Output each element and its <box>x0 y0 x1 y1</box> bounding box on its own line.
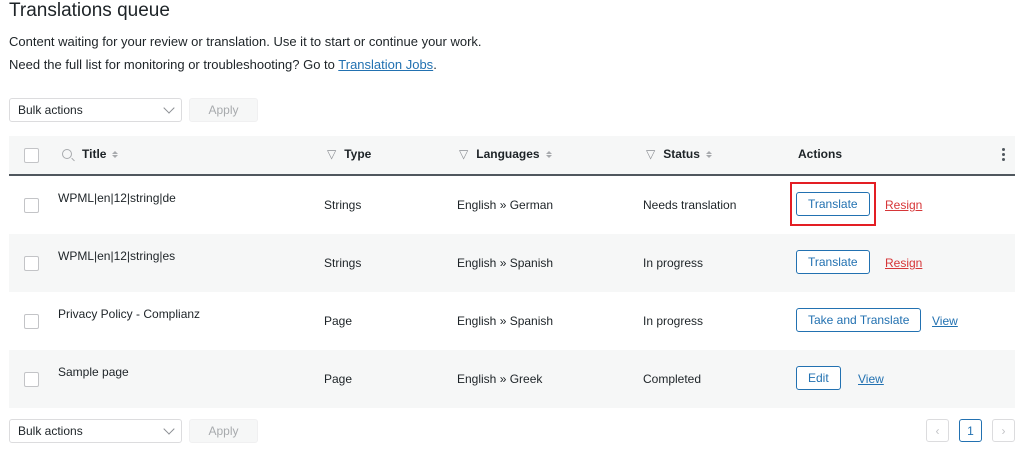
row-title: WPML|en|12|string|de <box>58 191 176 205</box>
view-link[interactable]: View <box>932 314 958 328</box>
row-title: Sample page <box>58 365 129 379</box>
jobs-note-suffix: . <box>433 57 437 72</box>
column-status-label: Status <box>663 147 700 161</box>
column-type-label: Type <box>344 147 372 161</box>
translations-table: Title ▽ Type ▽ Languages ▽ Status Action… <box>9 136 1015 408</box>
more-options-icon[interactable] <box>1002 148 1005 161</box>
column-actions-label: Actions <box>798 147 843 161</box>
filter-icon: ▽ <box>459 147 469 161</box>
row-languages: English » Spanish <box>457 256 554 270</box>
row-title: WPML|en|12|string|es <box>58 249 176 263</box>
row-type: Page <box>324 372 353 386</box>
pagination: ‹ 1 › <box>926 419 1015 442</box>
view-link[interactable]: View <box>858 372 884 386</box>
take-and-translate-button[interactable]: Take and Translate <box>796 308 922 332</box>
table-header: Title ▽ Type ▽ Languages ▽ Status Action… <box>9 136 1015 176</box>
translation-jobs-link[interactable]: Translation Jobs <box>338 57 433 72</box>
row-status: In progress <box>643 314 704 328</box>
bulk-actions-label: Bulk actions <box>18 424 83 438</box>
search-icon <box>62 149 72 159</box>
row-status: In progress <box>643 256 704 270</box>
filter-icon: ▽ <box>646 147 656 161</box>
column-actions: Actions <box>798 147 842 161</box>
row-type: Page <box>324 314 353 328</box>
bulk-actions-top: Bulk actions Apply <box>9 97 258 123</box>
bulk-actions-label: Bulk actions <box>18 103 83 117</box>
table-row: WPML|en|12|string|de Strings English » G… <box>9 176 1015 234</box>
prev-page-button[interactable]: ‹ <box>926 419 949 442</box>
row-status: Completed <box>643 372 702 386</box>
row-languages: English » German <box>457 198 554 212</box>
row-title: Privacy Policy - Complianz <box>58 307 201 321</box>
sort-icon <box>112 150 119 158</box>
select-all-checkbox[interactable] <box>24 148 39 163</box>
jobs-note: Need the full list for monitoring or tro… <box>9 57 437 72</box>
row-type: Strings <box>324 198 362 212</box>
resign-link[interactable]: Resign <box>885 256 922 270</box>
column-title-label: Title <box>82 147 107 161</box>
apply-button[interactable]: Apply <box>189 98 258 122</box>
next-page-button[interactable]: › <box>992 419 1015 442</box>
chevron-down-icon <box>163 423 175 435</box>
row-checkbox[interactable] <box>24 198 39 213</box>
sort-icon <box>705 150 712 158</box>
filter-icon: ▽ <box>327 147 337 161</box>
column-languages-label: Languages <box>476 147 540 161</box>
sort-icon <box>545 150 552 158</box>
row-type: Strings <box>324 256 362 270</box>
column-type[interactable]: ▽ Type <box>327 147 371 161</box>
chevron-down-icon <box>163 102 175 114</box>
apply-button[interactable]: Apply <box>189 419 258 443</box>
row-checkbox[interactable] <box>24 314 39 329</box>
resign-link[interactable]: Resign <box>885 198 922 212</box>
translate-button[interactable]: Translate <box>796 192 870 216</box>
bulk-actions-select[interactable]: Bulk actions <box>9 98 182 122</box>
row-status: Needs translation <box>643 198 737 212</box>
column-languages[interactable]: ▽ Languages <box>459 147 552 161</box>
current-page-button[interactable]: 1 <box>959 419 982 442</box>
row-languages: English » Greek <box>457 372 543 386</box>
edit-button[interactable]: Edit <box>796 366 841 390</box>
bulk-actions-select[interactable]: Bulk actions <box>9 419 182 443</box>
row-checkbox[interactable] <box>24 256 39 271</box>
translate-button[interactable]: Translate <box>796 250 870 274</box>
column-status[interactable]: ▽ Status <box>646 147 712 161</box>
page-description: Content waiting for your review or trans… <box>9 34 482 49</box>
column-title[interactable]: Title <box>62 147 119 161</box>
bulk-actions-bottom: Bulk actions Apply <box>9 418 258 444</box>
row-languages: English » Spanish <box>457 314 554 328</box>
table-row: Privacy Policy - Complianz Page English … <box>9 292 1015 350</box>
table-row: WPML|en|12|string|es Strings English » S… <box>9 234 1015 292</box>
jobs-note-prefix: Need the full list for monitoring or tro… <box>9 57 339 72</box>
page-title: Translations queue <box>9 0 170 21</box>
row-checkbox[interactable] <box>24 372 39 387</box>
table-row: Sample page Page English » Greek Complet… <box>9 350 1015 408</box>
